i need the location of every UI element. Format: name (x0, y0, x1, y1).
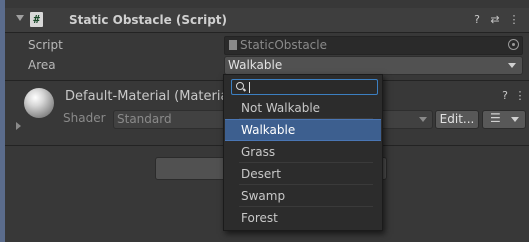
foldout-arrow-icon[interactable] (16, 15, 24, 21)
chevron-down-icon (508, 63, 516, 68)
option-label: Forest (241, 211, 278, 225)
shader-label: Shader (63, 111, 106, 125)
area-dropdown[interactable]: Walkable (224, 56, 523, 75)
script-label: Script (28, 38, 63, 52)
preset-icon[interactable]: ⇄ (488, 13, 502, 27)
option-label: Not Walkable (241, 101, 321, 115)
option-desert[interactable]: Desert (225, 163, 381, 185)
material-name: Default-Material (Materia (65, 89, 229, 104)
shader-dropdown-value: Standard (117, 112, 172, 126)
option-grass[interactable]: Grass (225, 141, 381, 163)
option-swamp[interactable]: Swamp (225, 185, 381, 207)
option-label: Swamp (241, 189, 286, 203)
option-label: Walkable (241, 123, 296, 137)
list-chevron-icon (511, 117, 519, 122)
area-dropdown-menu: Not Walkable Walkable Grass Desert Swamp… (223, 74, 383, 231)
option-forest[interactable]: Forest (225, 207, 381, 229)
shader-chevron-icon (419, 117, 427, 122)
text-cursor (249, 82, 250, 93)
material-menu-icon[interactable]: ⋮ (513, 89, 527, 103)
script-field-value: StaticObstacle (240, 38, 327, 52)
area-label: Area (28, 58, 56, 72)
shader-options-button[interactable]: ☰ (482, 110, 526, 129)
context-menu-icon[interactable]: ⋮ (507, 13, 521, 27)
script-asset-icon (229, 40, 237, 50)
edit-shader-button[interactable]: Edit... (435, 110, 479, 129)
dropdown-search-field[interactable] (231, 79, 378, 95)
option-label: Desert (241, 167, 281, 181)
search-icon (236, 82, 244, 90)
script-icon: # (30, 12, 43, 27)
script-field[interactable]: StaticObstacle (224, 36, 523, 55)
component-title: Static Obstacle (Script) (69, 13, 228, 27)
area-dropdown-value: Walkable (228, 58, 283, 72)
material-foldout-icon[interactable] (16, 122, 21, 130)
material-help-icon[interactable]: ? (498, 89, 512, 103)
object-picker-icon[interactable] (508, 39, 519, 50)
help-icon[interactable]: ? (470, 13, 484, 27)
list-icon: ☰ (490, 111, 501, 125)
material-preview-sphere (24, 88, 54, 118)
option-walkable[interactable]: Walkable (225, 119, 381, 141)
option-not-walkable[interactable]: Not Walkable (225, 97, 381, 119)
option-label: Grass (241, 145, 276, 159)
